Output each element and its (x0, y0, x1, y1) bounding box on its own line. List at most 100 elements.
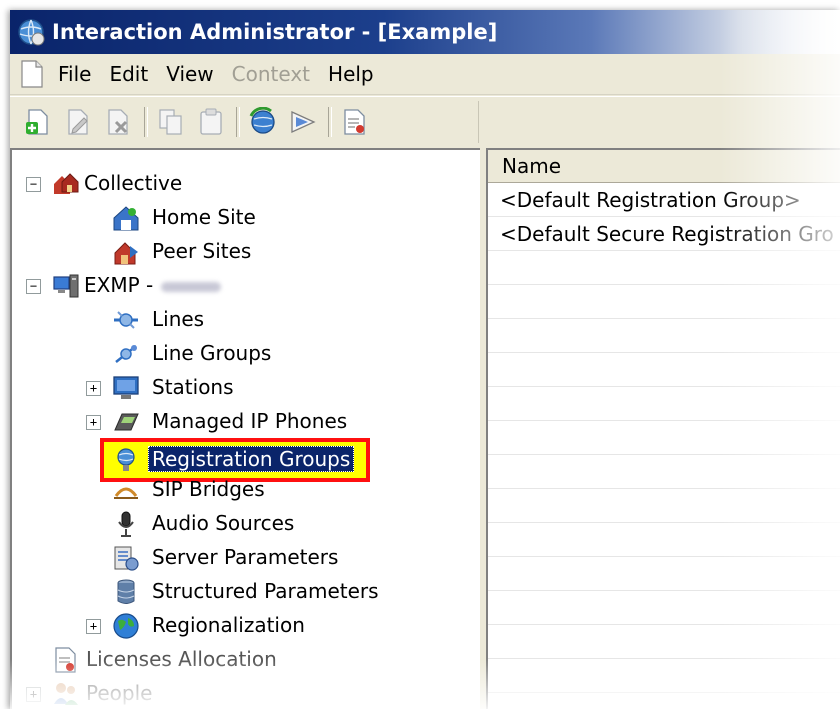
empty-row (488, 353, 840, 387)
lines-icon (114, 311, 138, 329)
empty-row (488, 387, 840, 421)
people-icon (54, 683, 78, 705)
tree-item-registration-groups[interactable]: Registration Groups (12, 443, 480, 477)
expand-toggle[interactable]: + (86, 415, 101, 430)
globe-icon (113, 613, 139, 639)
title-bar[interactable]: Interaction Administrator - [Example] (10, 10, 840, 54)
tree-label: Registration Groups (148, 446, 355, 472)
tree-item-licenses-allocation[interactable]: Licenses Allocation (12, 643, 480, 677)
tree-label: People (86, 681, 153, 705)
selected-item-label: Registration Groups (148, 446, 355, 472)
tree-label: Licenses Allocation (86, 647, 277, 671)
new-icon (26, 109, 48, 135)
tree-item-lines[interactable]: Lines (12, 303, 480, 337)
collapse-toggle[interactable]: − (26, 279, 41, 294)
list-item-label: <Default Registration Group> (500, 187, 801, 212)
delete-button[interactable] (102, 105, 136, 139)
tree-item-sip-bridges[interactable]: SIP Bridges (12, 473, 480, 507)
sip-bridges-icon (114, 487, 138, 499)
peer-sites-icon (114, 242, 138, 265)
delete-icon (108, 109, 128, 135)
toolbar-separator (236, 107, 240, 137)
tree-label: Managed IP Phones (152, 409, 348, 433)
paste-button[interactable] (194, 105, 228, 139)
tree-item-regionalization[interactable]: + Regionalization (12, 609, 480, 643)
copy-icon (159, 109, 182, 135)
tree-label: Home Site (152, 205, 256, 229)
expand-toggle[interactable]: + (26, 687, 41, 702)
new-button[interactable] (22, 105, 56, 139)
audio-sources-icon (118, 511, 134, 537)
window-title: Interaction Administrator - [Example] (52, 20, 498, 44)
column-header-name[interactable]: Name (488, 150, 840, 183)
menu-context[interactable]: Context (232, 62, 310, 86)
empty-row (488, 251, 840, 285)
refresh-button[interactable] (246, 105, 280, 139)
menu-view[interactable]: View (166, 62, 213, 86)
toolbar-separator (328, 107, 332, 137)
list-item[interactable]: <Default Secure Registration Gro (488, 217, 840, 251)
column-header-label: Name (502, 154, 562, 178)
tree-label: EXMP - (84, 273, 222, 297)
edit-button[interactable] (62, 105, 96, 139)
app-window: Interaction Administrator - [Example] Fi… (10, 10, 840, 709)
tree-item-audio-sources[interactable]: Audio Sources (12, 507, 480, 541)
tree-label: SIP Bridges (152, 477, 265, 501)
empty-row (488, 625, 840, 659)
expand-toggle[interactable]: + (86, 381, 101, 396)
empty-row (488, 557, 840, 591)
copy-button[interactable] (154, 105, 188, 139)
tree-label: Peer Sites (152, 239, 252, 263)
tree-label: Collective (84, 171, 183, 195)
tree-item-home-site[interactable]: Home Site (12, 201, 480, 235)
menu-help[interactable]: Help (328, 62, 374, 86)
tree-pane[interactable]: − Collective Home Site Peer Sites − EXMP… (10, 148, 482, 709)
tree-item-structured-parameters[interactable]: Structured Parameters (12, 575, 480, 609)
list-item[interactable]: <Default Registration Group> (488, 183, 840, 217)
server-name: EXMP - (84, 273, 154, 297)
tree-label: Server Parameters (152, 545, 339, 569)
empty-row (488, 319, 840, 353)
globe-refresh-icon (249, 107, 275, 134)
list-pane[interactable]: Name <Default Registration Group> <Defau… (486, 148, 840, 709)
tree-item-stations[interactable]: + Stations (12, 371, 480, 405)
toolbar-separator (144, 107, 148, 137)
tree-label: Stations (152, 375, 234, 399)
licenses-icon (55, 647, 76, 673)
menu-file[interactable]: File (58, 62, 91, 86)
empty-row (488, 659, 840, 693)
tree-item-server-parameters[interactable]: Server Parameters (12, 541, 480, 575)
report-button[interactable] (338, 105, 372, 139)
tree-item-line-groups[interactable]: Line Groups (12, 337, 480, 371)
empty-row (488, 455, 840, 489)
report-icon (344, 109, 365, 135)
line-groups-icon (115, 345, 137, 363)
stations-icon (113, 376, 139, 399)
redacted-hostname (161, 281, 222, 292)
expand-toggle[interactable]: + (86, 619, 101, 634)
home-site-icon (113, 206, 139, 231)
menu-edit[interactable]: Edit (109, 62, 148, 86)
app-globe-icon (18, 19, 45, 46)
menu-bar: File Edit View Context Help (10, 54, 840, 95)
registration-groups-icon (117, 448, 135, 471)
tree-item-server[interactable]: − EXMP - (12, 269, 480, 303)
filter-button[interactable] (286, 105, 320, 139)
empty-row (488, 489, 840, 523)
tree-item-managed-ip-phones[interactable]: + Managed IP Phones (12, 405, 480, 439)
empty-row (488, 591, 840, 625)
collapse-toggle[interactable]: − (26, 177, 41, 192)
tree-item-people[interactable]: + People (12, 677, 480, 709)
toolbar (10, 96, 840, 147)
tree-item-peer-sites[interactable]: Peer Sites (12, 235, 480, 269)
toolbar-end-divider (478, 101, 480, 143)
list-item-label: <Default Secure Registration Gro (500, 221, 834, 246)
filter-icon (291, 110, 316, 134)
edit-icon (68, 109, 88, 135)
server-parameters-icon (114, 546, 139, 571)
collective-icon (54, 173, 79, 194)
paste-icon (200, 108, 222, 135)
tree-item-collective[interactable]: − Collective (12, 167, 480, 201)
empty-row (488, 285, 840, 319)
empty-row (488, 523, 840, 557)
